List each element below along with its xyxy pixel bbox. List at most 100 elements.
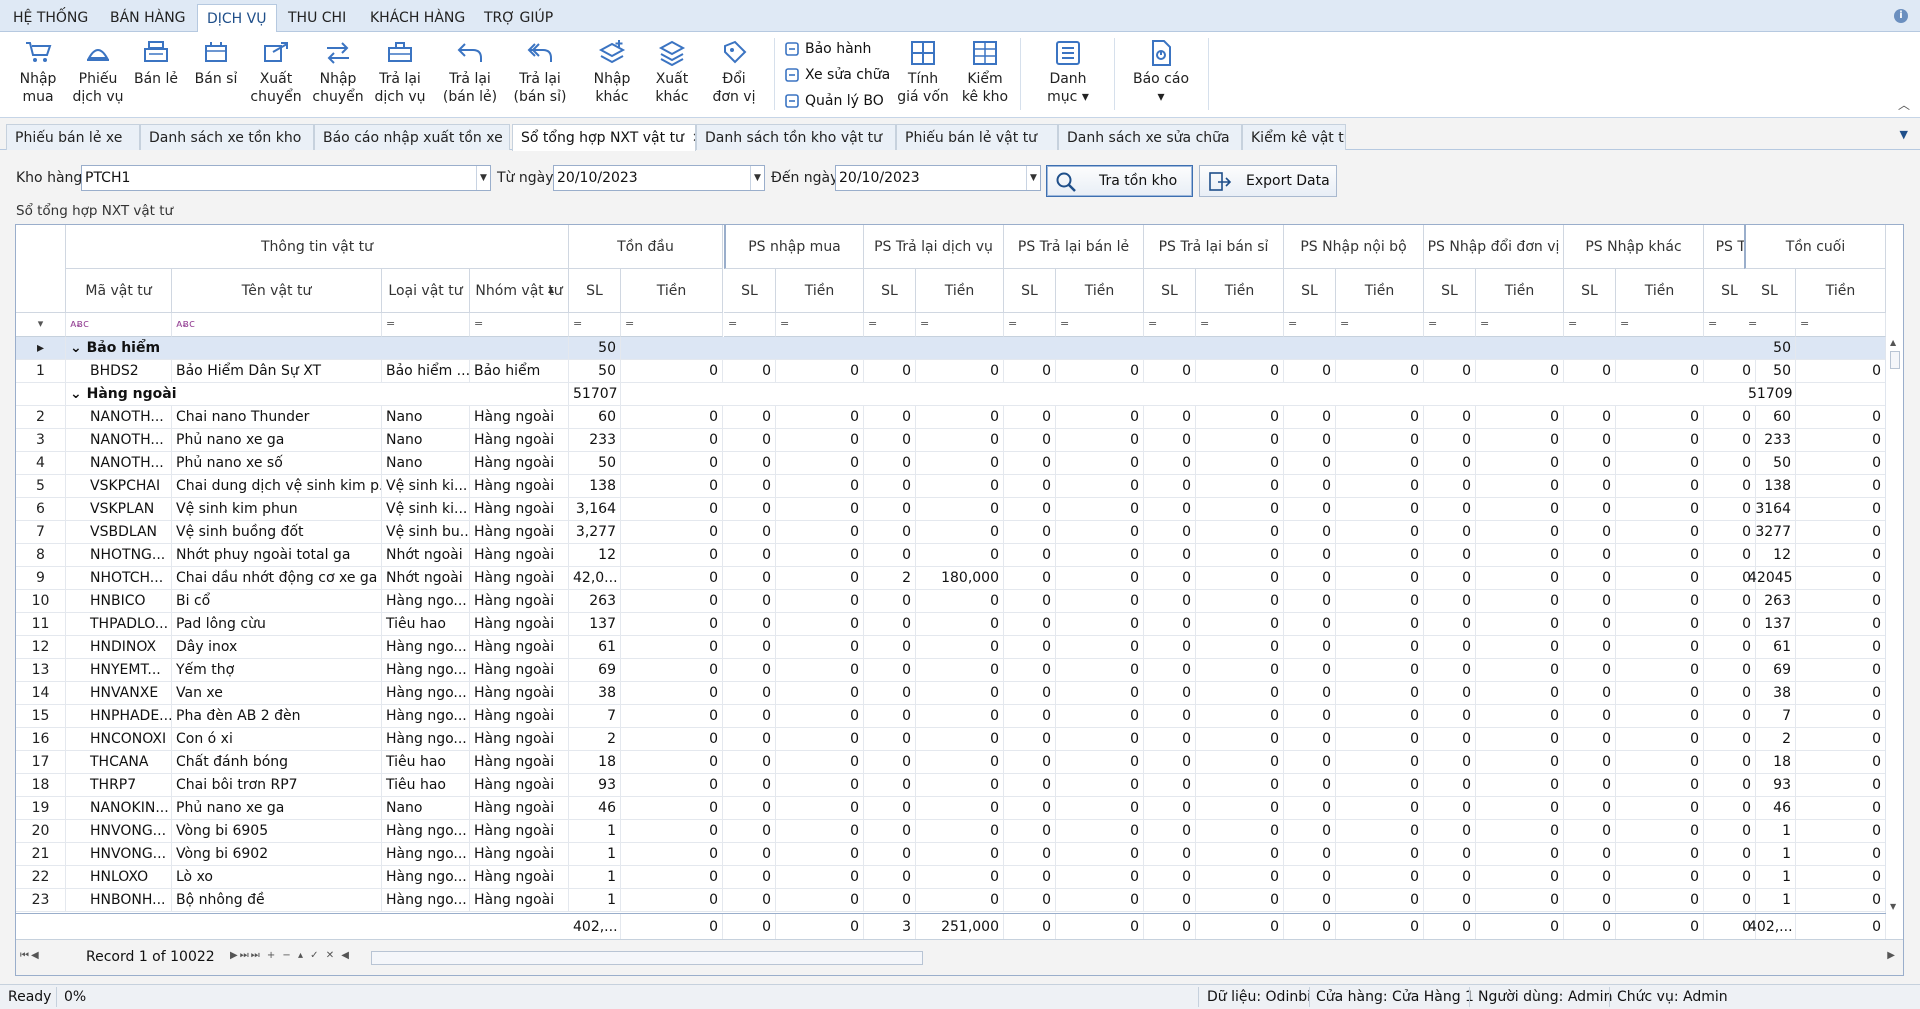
- band-ps-0[interactable]: PS nhập mua: [724, 225, 864, 269]
- filter-cell[interactable]: =: [1744, 313, 1796, 337]
- col-sl[interactable]: SL: [864, 269, 916, 313]
- band-ps-4[interactable]: PS Nhập nội bộ: [1284, 225, 1424, 269]
- ribbon-button-ribbon-buttons2-0[interactable]: Tính giá vốn: [891, 38, 955, 118]
- scroll-up-icon[interactable]: ▲: [1890, 338, 1896, 347]
- col-sl[interactable]: SL: [1284, 269, 1336, 313]
- collapse-group-icon[interactable]: ⌄: [70, 386, 87, 402]
- group-row[interactable]: ⌄ Hàng ngoài 51707 51709: [16, 383, 1886, 406]
- filter-cell[interactable]: =: [569, 313, 621, 337]
- table-row[interactable]: 11 THPADLO... Pad lông cừu Tiêu hao Hàng ngo…: [16, 613, 1886, 636]
- filter-cell[interactable]: ᴀᴃc: [172, 313, 382, 337]
- col-sl[interactable]: SL: [1144, 269, 1196, 313]
- nav-next-last-icon[interactable]: ▶⏭⏭ + − ▴ ✓ ✕ ◀: [230, 950, 351, 961]
- menu-tab-5[interactable]: TRỢ GIÚP: [475, 4, 562, 32]
- doc-tab-7[interactable]: Kiểm kê vật tư: [1242, 124, 1346, 150]
- col-tien[interactable]: Tiền: [1336, 269, 1424, 313]
- ribbon-button-ribbon-buttons-8[interactable]: Trả lại (bán sỉ): [508, 38, 572, 118]
- band-ps-6[interactable]: PS Nhập khác: [1564, 225, 1704, 269]
- filter-cell[interactable]: =: [621, 313, 723, 337]
- group-row[interactable]: ▸ ⌄ Bảo hiểm 50 50: [16, 337, 1886, 360]
- doc-tab-2[interactable]: Báo cáo nhập xuất tồn xe: [314, 124, 510, 150]
- menu-tab-2[interactable]: DỊCH VỤ: [197, 4, 277, 32]
- filter-cell[interactable]: =: [1616, 313, 1704, 337]
- menu-tab-3[interactable]: THU CHI: [279, 4, 355, 32]
- table-row[interactable]: 15 HNPHADE... Pha đèn AB 2 đèn Hàng ngo... H…: [16, 705, 1886, 728]
- sort-ascending-icon[interactable]: ▲: [548, 285, 554, 294]
- ribbon-button-ribbon-buttons-11[interactable]: Đổi đơn vị: [702, 38, 766, 118]
- band-ton-dau[interactable]: Tồn đầu: [569, 225, 723, 269]
- table-row[interactable]: 13 HNYEMT... Yếm thợ Hàng ngo... Hàng ngoài 6…: [16, 659, 1886, 682]
- table-row[interactable]: 6 VSKPLAN Vệ sinh kim phun Vệ sinh ki... Hàn…: [16, 498, 1886, 521]
- ribbon-button-ribbon-buttons-6[interactable]: Trả lại dịch vụ: [368, 38, 432, 118]
- band-ps-1[interactable]: PS Trả lại dịch vụ: [864, 225, 1004, 269]
- ribbon-button-ribbon-buttons2-1[interactable]: Kiểm kê kho: [953, 38, 1017, 118]
- doc-tab-0[interactable]: Phiếu bán lẻ xe: [6, 124, 140, 150]
- col-sl[interactable]: SL: [1564, 269, 1616, 313]
- col-tien[interactable]: Tiền: [776, 269, 864, 313]
- band-ps-5[interactable]: PS Nhập đổi đơn vị: [1424, 225, 1564, 269]
- ribbon-button-ribbon-buttons-7[interactable]: Trả lại (bán lẻ): [438, 38, 502, 118]
- ribbon-button-ribbon-buttons-1[interactable]: Phiếu dịch vụ: [66, 38, 130, 118]
- help-icon[interactable]: i: [1894, 9, 1908, 23]
- col-sl[interactable]: SL: [1004, 269, 1056, 313]
- ribbon-small-1[interactable]: Xe sửa chữa: [784, 64, 890, 86]
- col-sl[interactable]: SL: [724, 269, 776, 313]
- menu-tab-4[interactable]: KHÁCH HÀNG: [361, 4, 474, 32]
- table-row[interactable]: 10 HNBICO Bi cổ Hàng ngo... Hàng ngoài 263 0 0 0…: [16, 590, 1886, 613]
- to-date-field[interactable]: 20/10/2023 ▼: [835, 165, 1041, 191]
- col-tien[interactable]: Tiền: [1796, 269, 1886, 313]
- collapse-group-icon[interactable]: ⌄: [70, 340, 87, 356]
- filter-cell[interactable]: =: [1196, 313, 1284, 337]
- col-sl[interactable]: SL: [569, 269, 621, 313]
- col-tien[interactable]: Tiền: [1616, 269, 1704, 313]
- filter-cell[interactable]: =: [1056, 313, 1144, 337]
- filter-cell[interactable]: ᴀᴃc: [66, 313, 172, 337]
- ribbon-button-ribbon-buttons-0[interactable]: Nhập mua: [6, 38, 70, 118]
- table-row[interactable]: 17 THCANA Chất đánh bóng Tiêu hao Hàng ngoài…: [16, 751, 1886, 774]
- table-row[interactable]: 8 NHOTNG... Nhớt phuy ngoài total ga Nhớt n…: [16, 544, 1886, 567]
- ribbon-button-ribbon-buttons2-3[interactable]: Báo cáo ▾: [1129, 38, 1193, 118]
- filter-cell[interactable]: =: [382, 313, 470, 337]
- horizontal-scrollbar[interactable]: [371, 951, 923, 965]
- ribbon-small-2[interactable]: Quản lý BO: [784, 90, 884, 112]
- table-row[interactable]: 3 NANOTH... Phủ nano xe ga Nano Hàng ngoài 23…: [16, 429, 1886, 452]
- ribbon-button-ribbon-buttons-9[interactable]: Nhập khác: [580, 38, 644, 118]
- filter-cell[interactable]: =: [1336, 313, 1424, 337]
- table-row[interactable]: 22 HNLOXO Lò xo Hàng ngo... Hàng ngoài 1 0 0 0 0 0…: [16, 866, 1886, 889]
- doc-tab-5[interactable]: Phiếu bán lẻ vật tư: [896, 124, 1058, 150]
- kho-combo[interactable]: PTCH1 ▼: [81, 165, 491, 191]
- table-row[interactable]: 2 NANOTH... Chai nano Thunder Nano Hàng ngoà…: [16, 406, 1886, 429]
- band-thong-tin-vat-tu[interactable]: Thông tin vật tư: [66, 225, 569, 269]
- col-sl[interactable]: SL: [1424, 269, 1476, 313]
- scroll-right-icon[interactable]: ▶: [1887, 950, 1897, 961]
- table-row[interactable]: 7 VSBDLAN Vệ sinh buồng đốt Vệ sinh bu... Hà…: [16, 521, 1886, 544]
- table-row[interactable]: 23 HNBONH... Bộ nhông đề Hàng ngo... Hàng ng…: [16, 889, 1886, 912]
- table-row[interactable]: 18 THRP7 Chai bôi trơn RP7 Tiêu hao Hàng ngo…: [16, 774, 1886, 797]
- table-row[interactable]: 9 NHOTCH... Chai dầu nhớt động cơ xe ga Nhớ…: [16, 567, 1886, 590]
- ribbon-button-ribbon-buttons-2[interactable]: Bán lẻ: [124, 38, 188, 118]
- filter-cell[interactable]: =: [776, 313, 864, 337]
- col-tien[interactable]: Tiền: [1196, 269, 1284, 313]
- filter-cell[interactable]: =: [1796, 313, 1886, 337]
- col-ma-vat-tu[interactable]: Mã vật tư: [66, 269, 172, 313]
- band-ps-2[interactable]: PS Trả lại bán lẻ: [1004, 225, 1144, 269]
- inventory-grid[interactable]: Thông tin vật tư Tồn đầu PS nhập mua PS Trả…: [15, 224, 1904, 976]
- ribbon-button-ribbon-buttons2-2[interactable]: Danh mục ▾: [1036, 38, 1100, 118]
- col-loai-vat-tu[interactable]: Loại vật tư: [382, 269, 470, 313]
- menu-tab-0[interactable]: HỆ THỐNG: [4, 4, 97, 32]
- table-row[interactable]: 21 HNVONG... Vòng bi 6902 Hàng ngo... Hàng n…: [16, 843, 1886, 866]
- col-sl[interactable]: SL: [1744, 269, 1796, 313]
- table-row[interactable]: 14 HNVANXE Van xe Hàng ngo... Hàng ngoài 38 0 0…: [16, 682, 1886, 705]
- band-ps-3[interactable]: PS Trả lại bán sỉ: [1144, 225, 1284, 269]
- table-row[interactable]: 4 NANOTH... Phủ nano xe số Nano Hàng ngoài 50…: [16, 452, 1886, 475]
- filter-cell[interactable]: =: [1424, 313, 1476, 337]
- filter-cell[interactable]: =: [1564, 313, 1616, 337]
- filter-cell[interactable]: =: [864, 313, 916, 337]
- ribbon-button-ribbon-buttons-3[interactable]: Bán sỉ: [184, 38, 248, 118]
- table-row[interactable]: 16 HNCONOXI Con ó xi Hàng ngo... Hàng ngoài 2…: [16, 728, 1886, 751]
- scroll-thumb[interactable]: [1890, 351, 1900, 369]
- filter-cell[interactable]: =: [1004, 313, 1056, 337]
- scroll-down-icon[interactable]: ▼: [1890, 902, 1896, 911]
- tabs-dropdown-icon[interactable]: ▼: [1900, 128, 1908, 141]
- chevron-down-icon[interactable]: ▼: [1026, 166, 1040, 190]
